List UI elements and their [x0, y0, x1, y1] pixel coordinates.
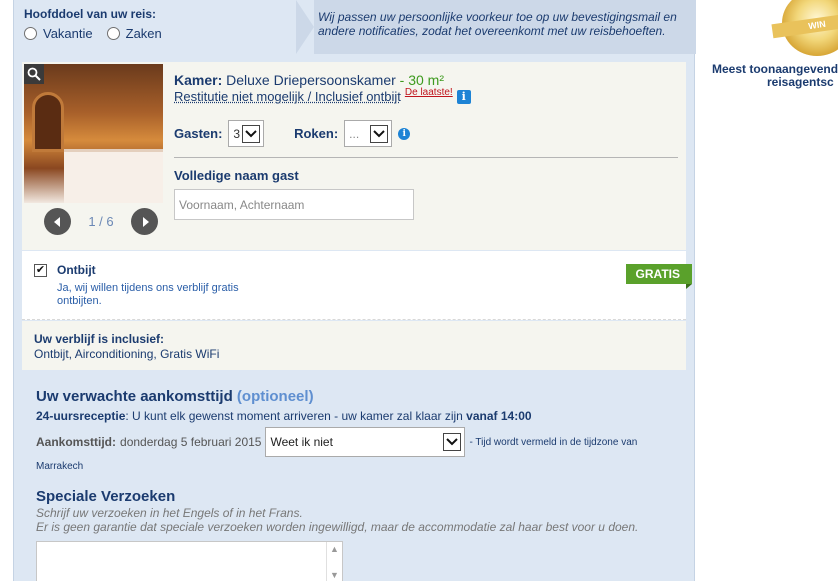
arrival-section: Uw verwachte aankomsttijd (optioneel) 24…	[36, 388, 686, 472]
reception-text: : U kunt elk gewenst moment arriveren - …	[125, 409, 467, 423]
info-icon[interactable]: i	[456, 89, 471, 104]
guest-name-input[interactable]: Voornaam, Achternaam	[174, 189, 414, 220]
arrival-time-select[interactable]: Weet ik niet	[265, 427, 466, 457]
smoking-label: Roken:	[294, 126, 339, 141]
room-label: Kamer:	[174, 72, 223, 88]
arrival-time-value: Weet ik niet	[270, 435, 333, 449]
guests-value: 3	[233, 126, 241, 141]
reception-bold: 24-uursreceptie	[36, 409, 126, 423]
radio-zaken[interactable]: Zaken	[106, 26, 162, 41]
chevron-left-icon	[53, 216, 60, 227]
room-info: Kamer: Deluxe Driepersoonskamer - 30 m² …	[174, 72, 678, 220]
reception-time: vanaf 14:00	[466, 409, 532, 423]
award-block: WIN Meest toonaangevend reisagentsc	[712, 0, 838, 110]
photo-carousel: 1 / 6	[44, 208, 158, 235]
smoking-info-icon[interactable]: i	[398, 127, 411, 140]
room-policy-line: Restitutie niet mogelijk / Inclusief ont…	[174, 87, 678, 104]
breakfast-checkbox[interactable]: ✔	[34, 264, 47, 277]
chevron-down-icon[interactable]	[370, 124, 389, 143]
guest-name-label: Volledige naam gast	[174, 168, 299, 183]
scroll-down-icon[interactable]: ▼	[330, 570, 339, 580]
special-requests-textarea[interactable]: ▲ ▼	[36, 541, 343, 581]
chevron-right-icon	[142, 216, 149, 227]
photo-bed	[64, 149, 163, 203]
arrival-time-label: Aankomsttijd:	[36, 435, 117, 449]
trip-purpose-question: Hoofddoel van uw reis:	[24, 7, 157, 21]
next-photo-button[interactable]	[131, 208, 158, 235]
arrival-date: donderdag 5 februari 2015	[120, 435, 262, 449]
last-one-badge[interactable]: De laatste!	[405, 87, 453, 98]
breakfast-row: ✔ Ontbijt Ja, wij willen tijdens ons ver…	[22, 251, 692, 320]
room-panel: 1 / 6 Kamer: Deluxe Driepersoonskamer - …	[22, 62, 686, 250]
arrival-heading-text: Uw verwachte aankomsttijd	[36, 388, 233, 405]
photo-fireplace	[32, 92, 64, 152]
booking-form: Hoofddoel van uw reis: Vakantie Zaken Wi…	[13, 0, 696, 581]
preference-note: Wij passen uw persoonlijke voorkeur toe …	[296, 0, 696, 54]
radio-circle[interactable]	[24, 27, 37, 40]
special-desc-2: Er is geen garantie dat speciale verzoek…	[36, 520, 639, 534]
trip-purpose: Hoofddoel van uw reis: Vakantie Zaken	[24, 7, 162, 41]
free-badge: GRATIS	[625, 264, 692, 284]
room-policy-link[interactable]: Restitutie niet mogelijk / Inclusief ont…	[174, 89, 401, 104]
timezone-note: - Tijd wordt vermeld in de tijdzone van	[469, 436, 638, 448]
radio-vakantie-label: Vakantie	[43, 26, 93, 41]
guest-name-placeholder: Voornaam, Achternaam	[179, 197, 305, 212]
photo-counter: 1 / 6	[88, 214, 114, 229]
special-requests: Speciale Verzoeken Schrijf uw verzoeken …	[36, 488, 686, 534]
arrival-time-row: Aankomsttijd: donderdag 5 februari 2015 …	[36, 427, 686, 457]
zoom-icon[interactable]	[24, 64, 44, 84]
breakfast-desc: Ja, wij willen tijdens ons verblijf grat…	[57, 282, 239, 307]
guests-select[interactable]: 3	[228, 120, 265, 147]
award-line-2: reisagentsc	[767, 75, 834, 89]
preference-note-text: Wij passen uw persoonlijke voorkeur toe …	[318, 10, 677, 38]
free-badge-tail	[686, 284, 692, 289]
inclusive-value: Ontbijt, Airconditioning, Gratis WiFi	[34, 347, 220, 361]
radio-vakantie[interactable]: Vakantie	[24, 26, 93, 41]
arrival-optional: (optioneel)	[236, 388, 314, 405]
prev-photo-button[interactable]	[44, 208, 71, 235]
room-options: Gasten: 3 Roken: ... i	[174, 120, 678, 147]
chevron-down-icon[interactable]	[242, 124, 261, 143]
guests-label: Gasten:	[174, 126, 223, 141]
inclusive-section: Uw verblijf is inclusief: Ontbijt, Airco…	[22, 321, 686, 370]
scroll-up-icon[interactable]: ▲	[330, 544, 339, 554]
chevron-down-icon[interactable]	[443, 433, 462, 451]
divider	[174, 157, 678, 158]
award-text: Meest toonaangevend reisagentsc	[712, 63, 838, 89]
smoking-value: ...	[349, 126, 360, 141]
radio-circle[interactable]	[106, 27, 120, 40]
room-title: Kamer: Deluxe Driepersoonskamer - 30 m²	[174, 72, 678, 88]
radio-zaken-label: Zaken	[125, 26, 162, 41]
room-size: - 30 m²	[399, 72, 445, 88]
room-photo[interactable]	[24, 64, 163, 203]
room-name: Deluxe Driepersoonskamer	[226, 72, 396, 88]
breakfast-title: Ontbijt	[57, 263, 96, 277]
smoking-select[interactable]: ...	[344, 120, 393, 147]
textarea-scrollbar[interactable]: ▲ ▼	[326, 542, 342, 581]
special-desc-1: Schrijf uw verzoeken in het Engels of in…	[36, 506, 303, 520]
arrival-heading: Uw verwachte aankomsttijd (optioneel)	[36, 388, 686, 405]
special-heading: Speciale Verzoeken	[36, 488, 176, 505]
inclusive-heading: Uw verblijf is inclusief:	[34, 332, 165, 346]
note-notch	[296, 0, 314, 54]
reception-line: 24-uursreceptie: U kunt elk gewenst mome…	[36, 409, 686, 423]
timezone-city: Marrakech	[36, 461, 84, 472]
